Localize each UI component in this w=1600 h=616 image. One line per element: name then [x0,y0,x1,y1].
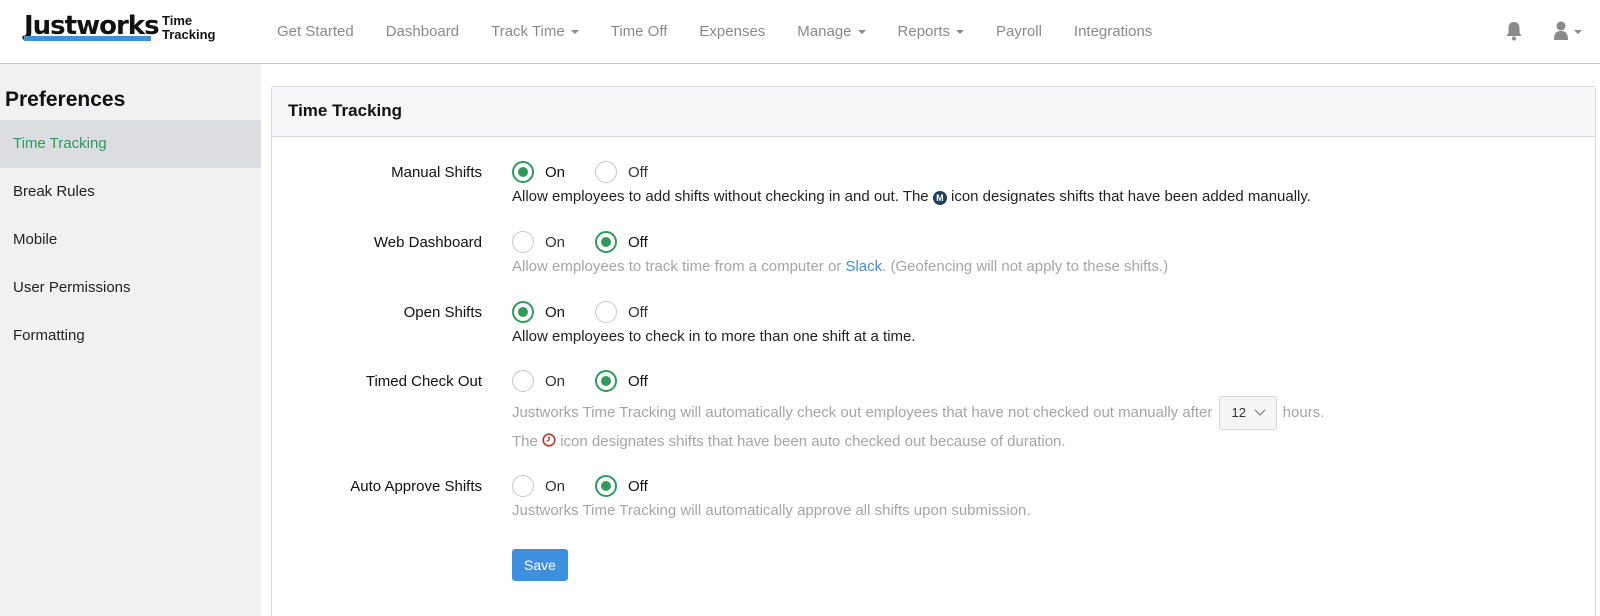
setting-label-open-shifts: Open Shifts [403,304,482,321]
web-dashboard-radio-group: On Off [512,231,648,253]
hours-select[interactable]: 12 [1218,396,1277,430]
auto-approve-description: Justworks Time Tracking will automatical… [512,502,1031,519]
save-button[interactable]: Save [512,549,568,581]
caret-down-icon [956,29,965,34]
brand-sub-line2: Tracking [162,27,216,42]
sidebar-item-time-tracking[interactable]: Time Tracking [0,120,261,168]
radio-label-on: On [545,163,566,181]
auto-approve-off-radio[interactable] [595,475,618,497]
auto-approve-radio-group: On Off [512,475,648,497]
sidebar-item-label: User Permissions [13,279,131,296]
open-shifts-description: Allow employees to check in to more than… [512,328,916,345]
slack-link[interactable]: Slack [845,258,882,275]
setting-label-manual-shifts: Manual Shifts [391,164,482,181]
timed-check-out-description: Justworks Time Tracking will automatical… [512,396,1324,430]
user-menu-icon[interactable] [1553,20,1585,42]
manual-shifts-radio-group: On Off [512,161,648,183]
timed-check-out-radio-group: On Off [512,370,648,392]
sidebar-item-break-rules[interactable]: Break Rules [0,168,261,216]
desc-text: . (Geofencing will not apply to these sh… [882,258,1169,275]
timed-check-out-off-radio[interactable] [595,370,618,392]
brand-sub-line1: Time [162,13,193,28]
nav-label: Reports [897,22,951,40]
sidebar-item-label: Break Rules [13,183,95,200]
sidebar-item-mobile[interactable]: Mobile [0,216,261,264]
preferences-sidebar: Preferences Time Tracking Break Rules Mo… [0,64,261,616]
top-navbar: Justworks Time Tracking Get Started Dash… [0,0,1600,64]
desc-text: Justworks Time Tracking will automatical… [512,403,1213,421]
web-dashboard-off-radio[interactable] [595,231,618,253]
nav-label: Manage [797,22,852,40]
open-shifts-on-radio[interactable] [512,301,534,323]
clock-icon [542,433,556,447]
sidebar-item-user-permissions[interactable]: User Permissions [0,264,261,312]
desc-text: Allow employees to track time from a com… [512,258,842,275]
nav-integrations[interactable]: Integrations [1058,23,1168,40]
sidebar-item-label: Mobile [13,231,58,248]
radio-label-on: On [545,233,566,251]
desc-text: icon designates shifts that have been au… [560,433,1066,450]
nav-track-time[interactable]: Track Time [475,23,595,40]
nav-label: Dashboard [385,22,460,40]
main-nav: Get Started Dashboard Track Time Time Of… [261,0,1168,62]
time-tracking-panel: Time Tracking Manual Shifts On Off Allow… [271,86,1596,616]
manual-shift-m-icon: M [932,191,947,205]
setting-label-web-dashboard: Web Dashboard [373,234,482,251]
radio-label-on: On [545,372,566,390]
web-dashboard-on-radio[interactable] [512,231,534,253]
nav-expenses[interactable]: Expenses [683,23,781,40]
radio-label-off: Off [628,233,648,251]
timed-check-out-on-radio[interactable] [512,370,534,392]
caret-down-icon [857,29,866,34]
radio-label-on: On [545,477,566,495]
nav-get-started[interactable]: Get Started [261,23,370,40]
radio-label-off: Off [628,163,648,181]
desc-text: The [512,433,538,450]
open-shifts-off-radio[interactable] [595,301,618,323]
panel-title: Time Tracking [288,101,403,120]
sidebar-item-formatting[interactable]: Formatting [0,312,261,360]
nav-reports[interactable]: Reports [882,23,981,40]
auto-approve-on-radio[interactable] [512,475,534,497]
nav-payroll[interactable]: Payroll [980,23,1058,40]
web-dashboard-description: Allow employees to track time from a com… [512,258,1168,275]
manual-shifts-on-radio[interactable] [512,161,534,183]
nav-label: Integrations [1073,22,1153,40]
radio-label-off: Off [628,477,648,495]
desc-text: hours. [1282,403,1325,421]
caret-down-icon [570,29,579,34]
nav-label: Expenses [699,22,766,40]
radio-label-off: Off [628,372,648,390]
setting-label-timed-check-out: Timed Check Out [365,373,482,390]
desc-text: icon designates shifts that have been ad… [950,188,1311,205]
desc-text: Allow employees to add shifts without ch… [512,188,929,205]
auto-checkout-icon-description: The icon designates shifts that have bee… [512,433,1066,450]
nav-dashboard[interactable]: Dashboard [370,23,475,40]
radio-label-on: On [545,303,566,321]
brand-subtitle: Time Tracking [162,14,215,42]
chevron-down-icon [1254,409,1265,416]
sidebar-item-label: Time Tracking [13,135,107,152]
nav-manage[interactable]: Manage [781,23,881,40]
nav-time-off[interactable]: Time Off [595,23,684,40]
nav-label: Get Started [277,22,354,40]
sidebar-title: Preferences [5,88,126,111]
manual-shifts-off-radio[interactable] [595,161,618,183]
nav-label: Payroll [996,22,1042,40]
hours-select-value: 12 [1231,405,1246,420]
setting-label-auto-approve-shifts: Auto Approve Shifts [350,478,482,495]
bell-icon[interactable] [1505,21,1523,41]
panel-header: Time Tracking [272,87,1595,137]
brand-underline [24,36,151,41]
nav-label: Track Time [491,22,565,40]
manual-shifts-description: Allow employees to add shifts without ch… [512,188,1311,205]
sidebar-item-label: Formatting [13,327,85,344]
open-shifts-radio-group: On Off [512,301,648,323]
nav-label: Time Off [610,22,668,40]
radio-label-off: Off [628,303,648,321]
